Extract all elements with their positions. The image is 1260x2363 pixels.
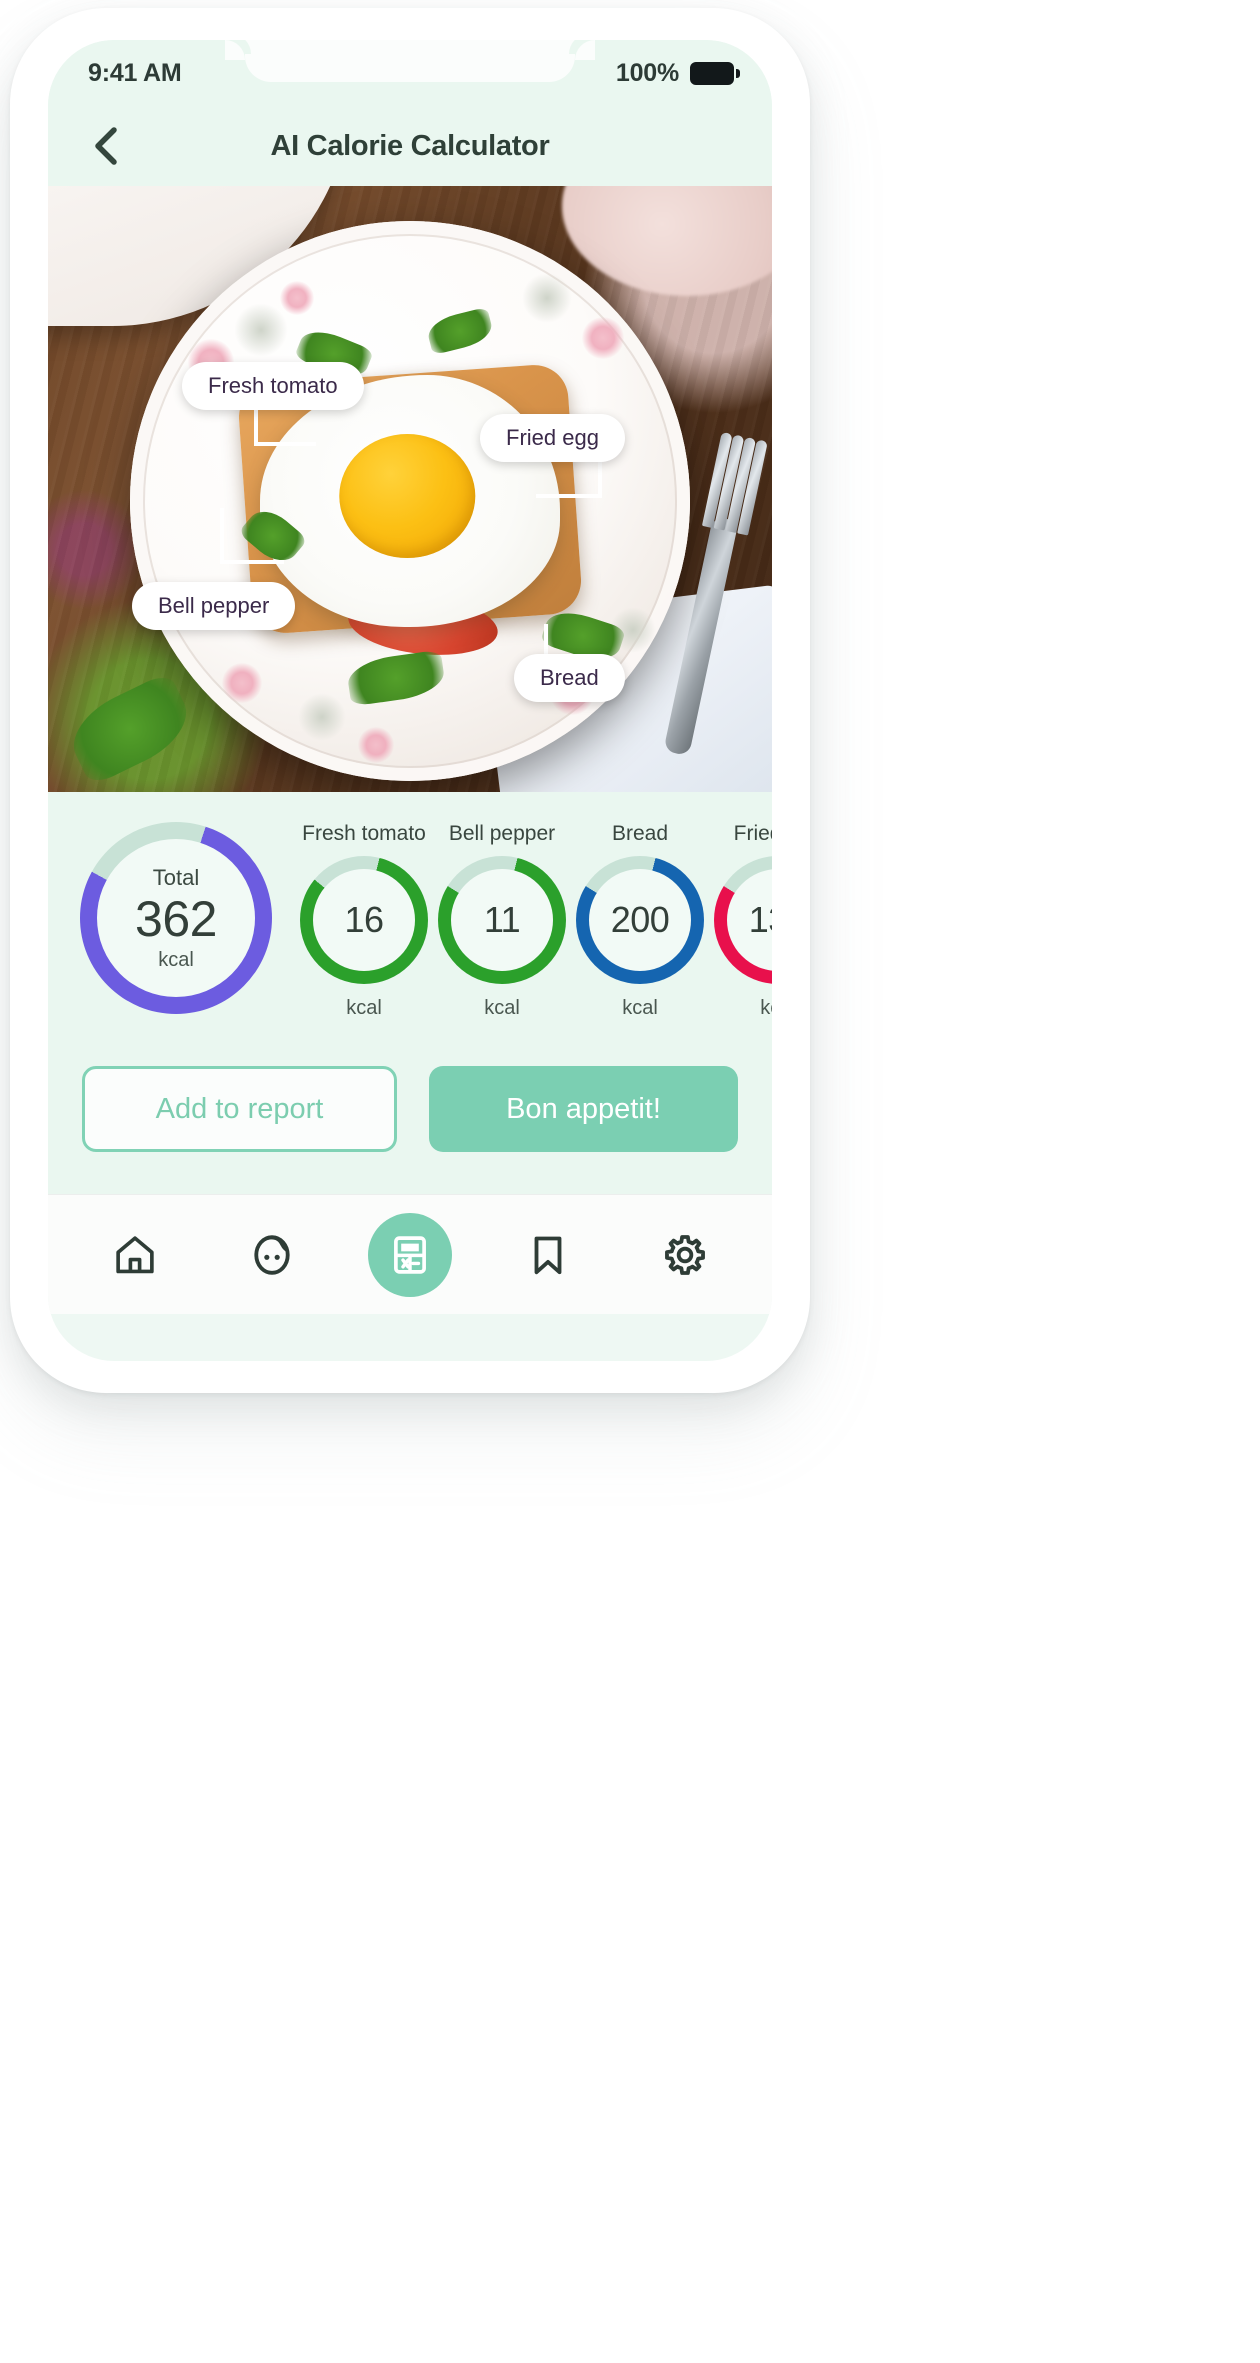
nav-home[interactable] (93, 1213, 177, 1297)
item-label: Fresh tomato (302, 822, 426, 845)
food-photo[interactable]: Fresh tomato Fried egg Bell pepper Bread (48, 186, 772, 792)
item-value: 135 (748, 899, 772, 940)
phone-screen: 9:41 AM 100% AI Calorie Calculator Fresh… (48, 40, 772, 1361)
status-indicators: 100% (615, 58, 740, 88)
total-donut-chart: Total 362 kcal (80, 822, 272, 1014)
item-donut-chart: 11 (438, 856, 566, 984)
item-donut-chart: 135 (714, 856, 772, 984)
page-title: AI Calorie Calculator (270, 129, 550, 162)
item-ring-fresh-tomato: Fresh tomato 16 kcal (300, 822, 428, 1020)
total-caption: Total (152, 864, 200, 890)
item-ring-fried-egg: Fried egg 135 kcal (714, 822, 772, 1020)
item-label: Bread (611, 822, 669, 845)
item-donut-center: 11 (451, 869, 553, 971)
item-unit: kcal (622, 997, 658, 1019)
home-icon (116, 1235, 154, 1273)
nutrition-panel: Total 362 kcal Fresh tomato 16 kcal Bell… (48, 792, 772, 1194)
gear-icon (665, 1234, 706, 1275)
item-ring-bell-pepper: Bell pepper 11 kcal (438, 822, 566, 1020)
app-header: AI Calorie Calculator (48, 106, 772, 186)
bon-appetit-button[interactable]: Bon appetit! (429, 1066, 738, 1152)
status-time: 9:41 AM (88, 58, 182, 87)
item-donut-chart: 16 (300, 856, 428, 984)
item-unit: kcal (484, 997, 520, 1019)
label-fried-egg[interactable]: Fried egg (480, 414, 625, 462)
item-label: Fried egg (733, 822, 772, 845)
add-to-report-button[interactable]: Add to report (82, 1066, 397, 1152)
item-unit: kcal (346, 997, 382, 1019)
item-donut-center: 16 (313, 869, 415, 971)
item-donut-center: 135 (727, 869, 772, 971)
status-bar: 9:41 AM 100% (48, 40, 772, 106)
calculator-icon (394, 1235, 426, 1274)
nav-settings[interactable] (643, 1213, 727, 1297)
total-donut-center: Total 362 kcal (97, 839, 255, 997)
marker-bell-pepper (220, 508, 284, 564)
battery-full-icon (690, 61, 740, 85)
profile-icon (254, 1234, 291, 1275)
total-calories-ring: Total 362 kcal (80, 822, 272, 1014)
action-buttons: Add to report Bon appetit! (48, 1020, 772, 1194)
nav-bookmark[interactable] (506, 1213, 590, 1297)
total-unit: kcal (158, 948, 194, 971)
item-value: 16 (344, 899, 384, 940)
item-donut-chart: 200 (576, 856, 704, 984)
label-bell-pepper[interactable]: Bell pepper (132, 582, 296, 630)
nav-profile[interactable] (230, 1213, 314, 1297)
item-ring-bread: Bread 200 kcal (576, 822, 704, 1020)
phone-mockup-frame: 9:41 AM 100% AI Calorie Calculator Fresh… (10, 8, 810, 1393)
item-label: Bell pepper (448, 822, 556, 845)
battery-percent-label: 100% (615, 58, 679, 87)
bottom-navigation (48, 1194, 772, 1314)
item-donut-center: 200 (589, 869, 691, 971)
nav-calculator[interactable] (367, 1212, 452, 1297)
item-value: 200 (610, 899, 670, 940)
calorie-rings-row: Total 362 kcal Fresh tomato 16 kcal Bell… (48, 822, 772, 1020)
egg-yolk (339, 434, 476, 559)
label-fresh-tomato[interactable]: Fresh tomato (182, 362, 364, 410)
item-unit: kcal (760, 997, 772, 1019)
total-value: 362 (135, 890, 217, 947)
label-bread[interactable]: Bread (514, 654, 625, 702)
item-value: 11 (483, 899, 521, 940)
phone-notch (225, 40, 595, 82)
bookmark-icon (534, 1236, 561, 1274)
